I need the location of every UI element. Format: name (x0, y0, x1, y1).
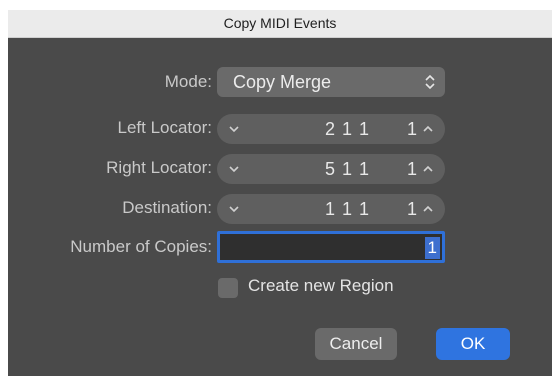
destination-stepper[interactable]: 1 1 1 1 (217, 194, 445, 224)
destination-bars[interactable]: 1 1 1 (325, 194, 370, 224)
left-locator-stepper[interactable]: 2 1 1 1 (217, 114, 445, 144)
mode-value: Copy Merge (233, 72, 332, 92)
number-of-copies-field[interactable]: 1 (217, 231, 445, 263)
cancel-button[interactable]: Cancel (315, 328, 397, 360)
left-locator-label: Left Locator: (117, 118, 212, 137)
chevron-up-icon[interactable] (417, 114, 439, 144)
destination-label: Destination: (122, 198, 212, 217)
left-locator-bars[interactable]: 2 1 1 (325, 114, 370, 144)
right-locator-stepper[interactable]: 5 1 1 1 (217, 154, 445, 184)
chevron-up-icon[interactable] (417, 154, 439, 184)
right-locator-units[interactable]: 1 (407, 154, 417, 184)
create-new-region-checkbox[interactable] (218, 278, 238, 298)
number-of-copies-label: Number of Copies: (70, 237, 212, 256)
destination-units[interactable]: 1 (407, 194, 417, 224)
up-down-chevron-icon (425, 74, 435, 90)
create-new-region-label[interactable]: Create new Region (248, 276, 394, 296)
copy-midi-events-dialog: Copy MIDI Events Mode: Copy Merge Left L… (8, 10, 552, 376)
mode-popup[interactable]: Copy Merge (217, 67, 445, 97)
chevron-down-icon[interactable] (223, 114, 245, 144)
ok-button[interactable]: OK (436, 328, 510, 360)
chevron-up-icon[interactable] (417, 194, 439, 224)
right-locator-bars[interactable]: 5 1 1 (325, 154, 370, 184)
right-locator-label: Right Locator: (106, 158, 212, 177)
mode-label: Mode: (164, 72, 212, 91)
number-of-copies-value[interactable]: 1 (424, 237, 440, 259)
chevron-down-icon[interactable] (223, 154, 245, 184)
left-locator-units[interactable]: 1 (407, 114, 417, 144)
dialog-title: Copy MIDI Events (8, 10, 552, 38)
chevron-down-icon[interactable] (223, 194, 245, 224)
